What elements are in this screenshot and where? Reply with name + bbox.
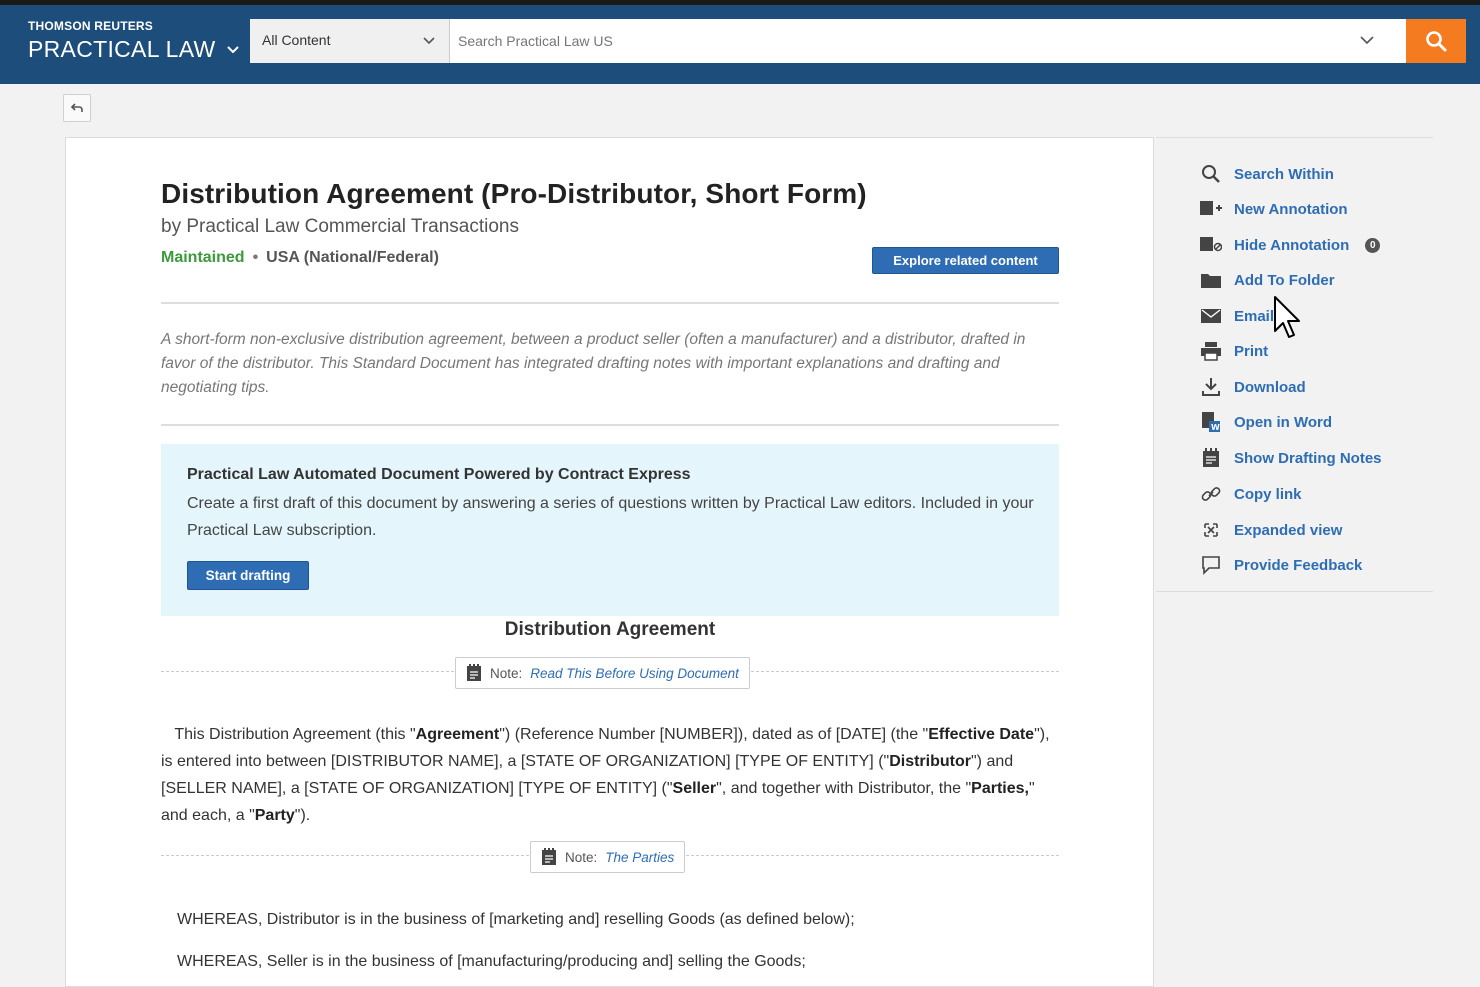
- defined-term: Parties,: [971, 780, 1029, 797]
- start-drafting-button[interactable]: Start drafting: [187, 561, 309, 590]
- new-annotation-icon: [1200, 198, 1222, 220]
- tool-label: Copy link: [1234, 485, 1302, 503]
- print-icon: [1200, 340, 1222, 362]
- defined-term: Seller: [672, 780, 717, 797]
- tool-label: Download: [1234, 378, 1306, 396]
- tool-label: Show Drafting Notes: [1234, 449, 1382, 467]
- document-panel: Distribution Agreement (Pro-Distributor,…: [65, 137, 1154, 987]
- tool-label: Open in Word: [1234, 413, 1333, 431]
- automated-document-box: Practical Law Automated Document Powered…: [161, 444, 1059, 616]
- chevron-down-icon: [226, 45, 239, 53]
- drafting-notes-icon: [1200, 447, 1222, 469]
- tool-label: Add To Folder: [1234, 271, 1335, 289]
- divider: [161, 424, 1059, 426]
- section-heading: Distribution Agreement: [504, 619, 716, 640]
- drafting-note-parties[interactable]: Note: The Parties: [530, 841, 686, 873]
- search-icon: [1200, 163, 1222, 185]
- search-within-link[interactable]: Search Within: [1200, 162, 1334, 186]
- explore-related-content-button[interactable]: Explore related content: [872, 247, 1059, 274]
- add-to-folder-link[interactable]: Add To Folder: [1200, 268, 1335, 292]
- chevron-down-icon: [423, 37, 435, 45]
- note-link[interactable]: The Parties: [605, 850, 674, 865]
- mouse-cursor-icon: [1274, 296, 1300, 338]
- email-icon: [1200, 305, 1222, 327]
- brand-publisher: THOMSON REUTERS: [28, 19, 154, 33]
- tool-label: Email: [1234, 307, 1275, 325]
- preamble-text: This Distribution Agreement (this ": [174, 726, 416, 743]
- preamble-text: ") (Reference Number [NUMBER]), dated as…: [499, 726, 929, 743]
- search-history-chevron-icon[interactable]: [1360, 34, 1374, 46]
- search-input[interactable]: [450, 19, 1406, 63]
- svg-text:W: W: [1211, 423, 1220, 432]
- word-document-icon: W: [1200, 411, 1222, 433]
- defined-term: Effective Date: [928, 726, 1035, 743]
- folder-icon: [1200, 269, 1222, 291]
- provide-feedback-link[interactable]: Provide Feedback: [1200, 553, 1362, 577]
- tool-label: Hide Annotation: [1234, 236, 1350, 254]
- expand-icon: [1200, 519, 1222, 541]
- automated-document-text: Create a first draft of this document by…: [187, 495, 1034, 539]
- document-summary: A short-form non-exclusive distribution …: [161, 331, 1026, 396]
- divider: [161, 302, 1059, 304]
- agreement-preamble: This Distribution Agreement (this "Agree…: [161, 721, 1061, 829]
- content-scope-select[interactable]: All Content: [250, 19, 450, 63]
- preamble-text: ", and together with Distributor, the ": [716, 780, 972, 797]
- open-in-word-link[interactable]: W Open in Word: [1200, 410, 1332, 434]
- copy-link-link[interactable]: Copy link: [1200, 482, 1302, 506]
- whereas-clause: WHEREAS, Seller is in the business of [m…: [177, 953, 806, 970]
- brand-logo[interactable]: THOMSON REUTERS PRACTICAL LAW: [28, 19, 240, 63]
- preamble-text: ").: [294, 807, 311, 824]
- jurisdiction-label: USA (National/Federal): [266, 249, 439, 266]
- brand-product-name: PRACTICAL LAW: [28, 36, 216, 62]
- content-scope-value: All Content: [262, 32, 331, 48]
- defined-term: Party: [254, 807, 295, 824]
- status-badge: Maintained: [161, 249, 245, 266]
- automated-document-title: Practical Law Automated Document Powered…: [187, 466, 691, 483]
- note-link[interactable]: Read This Before Using Document: [530, 666, 739, 681]
- tool-label: Expanded view: [1234, 521, 1343, 539]
- brand-product-menu[interactable]: PRACTICAL LAW: [28, 36, 240, 63]
- download-link[interactable]: Download: [1200, 375, 1306, 399]
- page-title: Distribution Agreement (Pro-Distributor,…: [161, 178, 867, 209]
- document-author: by Practical Law Commercial Transactions: [161, 216, 519, 237]
- defined-term: Agreement: [415, 726, 500, 743]
- note-icon: [542, 848, 556, 865]
- whereas-clause: WHEREAS, Distributor is in the business …: [177, 911, 855, 928]
- email-link[interactable]: Email: [1200, 304, 1274, 328]
- search-button[interactable]: [1406, 19, 1466, 63]
- tool-label: New Annotation: [1234, 200, 1348, 218]
- drafting-note-read-before[interactable]: Note: Read This Before Using Document: [455, 657, 750, 689]
- meta-separator: •: [252, 249, 259, 266]
- expanded-view-link[interactable]: Expanded view: [1200, 518, 1342, 542]
- feedback-icon: [1200, 554, 1222, 576]
- show-drafting-notes-link[interactable]: Show Drafting Notes: [1200, 446, 1382, 470]
- search-icon: [1426, 31, 1447, 52]
- link-icon: [1200, 483, 1222, 505]
- tool-label: Print: [1234, 342, 1269, 360]
- back-arrow-icon: [70, 103, 83, 112]
- defined-term: Distributor: [889, 753, 971, 770]
- note-icon: [467, 664, 481, 681]
- tool-label: Search Within: [1234, 165, 1334, 183]
- document-meta: Maintained • USA (National/Federal): [161, 249, 439, 267]
- annotation-count-badge: 0: [1365, 237, 1381, 253]
- hide-annotation-link[interactable]: Hide Annotation 0: [1200, 233, 1381, 257]
- back-button[interactable]: [63, 94, 91, 122]
- print-link[interactable]: Print: [1200, 339, 1268, 363]
- hide-annotation-icon: [1200, 234, 1222, 256]
- tool-label: Provide Feedback: [1234, 556, 1363, 574]
- note-prefix: Note:: [565, 849, 598, 865]
- new-annotation-link[interactable]: New Annotation: [1200, 197, 1348, 221]
- note-prefix: Note:: [490, 665, 523, 681]
- download-icon: [1200, 376, 1222, 398]
- document-tools-panel: Search Within New Annotation Hide Annota…: [1156, 137, 1433, 592]
